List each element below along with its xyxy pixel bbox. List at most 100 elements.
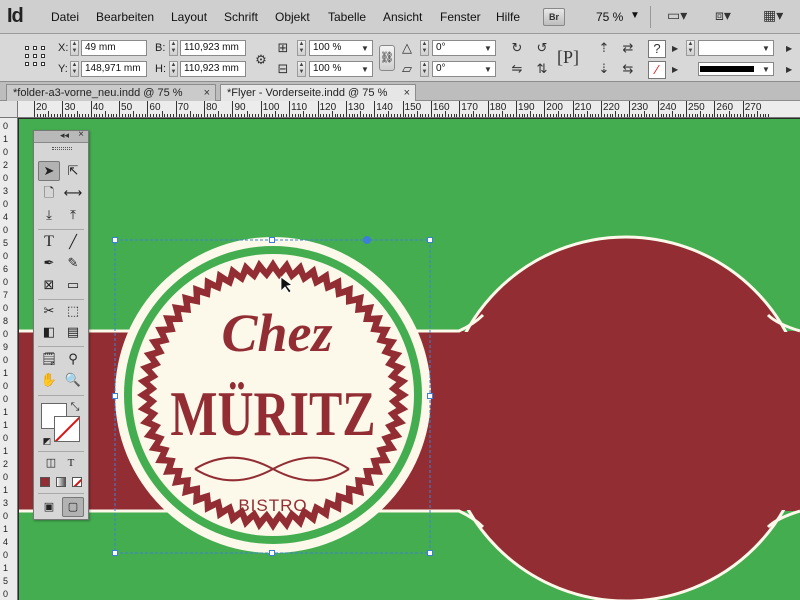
close-icon[interactable]: ×: [204, 85, 210, 101]
zoom-tool-icon[interactable]: 🔍: [62, 370, 84, 390]
pen-tool-icon[interactable]: ✒: [38, 253, 60, 273]
rotate-stepper[interactable]: ▲ ▼: [420, 40, 429, 56]
constrain-proportions-icon[interactable]: ⛓: [379, 45, 395, 71]
swap-fill-stroke-icon[interactable]: ⤡: [64, 397, 86, 417]
stroke-weight-dropdown-icon[interactable]: ▼: [762, 44, 770, 53]
menu-bearbeiten[interactable]: Bearbeiten: [96, 10, 154, 24]
view-options-icon[interactable]: ⧈▾: [715, 7, 751, 27]
y-stepper[interactable]: ▲ ▼: [70, 61, 79, 77]
selection-tool-icon[interactable]: ➤: [38, 161, 60, 181]
fill-menu-icon[interactable]: ▶: [672, 44, 678, 53]
menu-tabelle[interactable]: Tabelle: [328, 10, 366, 24]
apply-none-icon[interactable]: [72, 477, 82, 487]
menu-objekt[interactable]: Objekt: [275, 10, 310, 24]
select-next-icon[interactable]: ⇆: [618, 61, 638, 77]
x-stepper[interactable]: ▲ ▼: [70, 40, 79, 56]
zoom-level[interactable]: 75 %: [596, 10, 623, 24]
handle-bottom[interactable]: [269, 550, 275, 556]
page-tool-icon[interactable]: 🗋: [38, 183, 60, 203]
reference-point-icon[interactable]: [25, 46, 47, 68]
panel-grip[interactable]: [52, 147, 72, 150]
content-collector-tool-icon[interactable]: ⤓: [38, 205, 60, 225]
close-icon[interactable]: ×: [404, 85, 410, 101]
horizontal-ruler[interactable]: 20 30 40 50 60 70 80 90 100 110 120 130 140 150 160 170…: [18, 101, 800, 118]
content-placer-tool-icon[interactable]: ⤒: [62, 205, 84, 225]
handle-right[interactable]: [427, 393, 433, 399]
control-more-icon[interactable]: ▶: [786, 44, 792, 53]
height-stepper[interactable]: ▲ ▼: [169, 61, 178, 77]
rectangle-frame-tool-icon[interactable]: ⊠: [38, 275, 60, 295]
width-stepper[interactable]: ▲ ▼: [169, 40, 178, 56]
zoom-dropdown-icon[interactable]: ▼: [630, 10, 640, 21]
select-content-icon[interactable]: ⇣: [594, 61, 614, 77]
apply-color-icon[interactable]: [40, 477, 50, 487]
rotate-cw-icon[interactable]: ↻: [507, 40, 527, 56]
normal-view-icon[interactable]: ▣: [38, 497, 60, 517]
type-tool-icon[interactable]: T: [38, 232, 60, 252]
collapse-icon[interactable]: ◂◂: [60, 130, 69, 141]
handle-top-left[interactable]: [112, 237, 118, 243]
close-icon[interactable]: ×: [78, 129, 84, 140]
menu-fenster[interactable]: Fenster: [440, 10, 481, 24]
stroke-weight-stepper[interactable]: ▲ ▼: [686, 40, 695, 56]
handle-bottom-left[interactable]: [112, 550, 118, 556]
vertical-ruler[interactable]: 0 1 0 2 0 3 0 4 0 5 0 6 0 7 0 8 0 9 0 1 0 0 1 1 0 1 2 0 1 3 0 1 4 0 1 5 0: [0, 118, 18, 600]
tab-folder-a3[interactable]: *folder-a3-vorne_neu.indd @ 75 % ×: [6, 84, 216, 101]
apply-gradient-icon[interactable]: [56, 477, 66, 487]
screen-mode-icon[interactable]: ▭▾: [667, 7, 703, 27]
scale-y-stepper[interactable]: ▲ ▼: [297, 61, 306, 77]
formatting-text-icon[interactable]: T: [60, 453, 82, 473]
menu-ansicht[interactable]: Ansicht: [383, 10, 422, 24]
flip-vertical-icon[interactable]: ⇅: [532, 61, 552, 77]
formatting-container-icon[interactable]: ◫: [40, 453, 62, 473]
control-more2-icon[interactable]: ▶: [786, 65, 792, 74]
eyedropper-tool-icon[interactable]: ⚲: [62, 349, 84, 369]
tab-flyer-vorderseite[interactable]: *Flyer - Vorderseite.indd @ 75 % ×: [220, 84, 416, 101]
scale-x-stepper[interactable]: ▲ ▼: [297, 40, 306, 56]
scale-y-dropdown-icon[interactable]: ▼: [361, 65, 369, 74]
shear-dropdown-icon[interactable]: ▼: [484, 65, 492, 74]
preview-mode-icon[interactable]: ▢: [62, 497, 84, 517]
menu-hilfe[interactable]: Hilfe: [496, 10, 520, 24]
hand-tool-icon[interactable]: ✋: [38, 370, 60, 390]
rotate-dropdown-icon[interactable]: ▼: [484, 44, 492, 53]
y-field[interactable]: 148,971 mm: [81, 61, 147, 77]
gradient-swatch-tool-icon[interactable]: ◧: [38, 322, 60, 342]
stroke-menu-icon[interactable]: ▶: [672, 65, 678, 74]
gap-tool-icon[interactable]: ⟷: [62, 183, 84, 203]
fill-none-icon[interactable]: ⁄: [648, 61, 666, 79]
rectangle-tool-icon[interactable]: ▭: [62, 275, 84, 295]
bridge-button[interactable]: Br: [543, 8, 565, 26]
gradient-feather-tool-icon[interactable]: ▤: [62, 322, 84, 342]
scissors-tool-icon[interactable]: ✂: [38, 301, 60, 321]
arrange-documents-icon[interactable]: ▦▾: [763, 7, 799, 27]
default-fill-stroke-icon[interactable]: ◩: [36, 431, 58, 451]
transform-icon[interactable]: ⚙: [251, 52, 271, 68]
stroke-type-dropdown-icon[interactable]: ▼: [762, 65, 770, 74]
paragraph-flip-icon[interactable]: [P]: [557, 47, 579, 68]
scale-x-dropdown-icon[interactable]: ▼: [361, 44, 369, 53]
height-field[interactable]: 110,923 mm: [180, 61, 246, 77]
ruler-origin[interactable]: [0, 101, 18, 118]
direct-selection-tool-icon[interactable]: ⇱: [62, 161, 84, 181]
document-canvas[interactable]: Chez MÜRITZ BISTRO: [19, 119, 800, 600]
handle-left[interactable]: [112, 393, 118, 399]
handle-top[interactable]: [269, 237, 275, 243]
x-field[interactable]: 49 mm: [81, 40, 147, 56]
width-field[interactable]: 110,923 mm: [180, 40, 246, 56]
select-container-icon[interactable]: ⇡: [594, 40, 614, 56]
menu-schrift[interactable]: Schrift: [224, 10, 258, 24]
tools-panel-header[interactable]: ◂◂ ×: [34, 129, 88, 143]
menu-datei[interactable]: Datei: [51, 10, 79, 24]
shear-stepper[interactable]: ▲ ▼: [420, 61, 429, 77]
rotate-ccw-icon[interactable]: ↺: [532, 40, 552, 56]
flip-horizontal-icon[interactable]: ⇋: [507, 61, 527, 77]
handle-bottom-right[interactable]: [427, 550, 433, 556]
menu-layout[interactable]: Layout: [171, 10, 207, 24]
note-tool-icon[interactable]: 🗒: [38, 349, 60, 369]
free-transform-tool-icon[interactable]: ⬚: [62, 301, 84, 321]
handle-top-right[interactable]: [427, 237, 433, 243]
select-previous-icon[interactable]: ⇄: [618, 40, 638, 56]
help-icon[interactable]: ?: [648, 40, 666, 58]
line-tool-icon[interactable]: ╱: [62, 232, 84, 252]
